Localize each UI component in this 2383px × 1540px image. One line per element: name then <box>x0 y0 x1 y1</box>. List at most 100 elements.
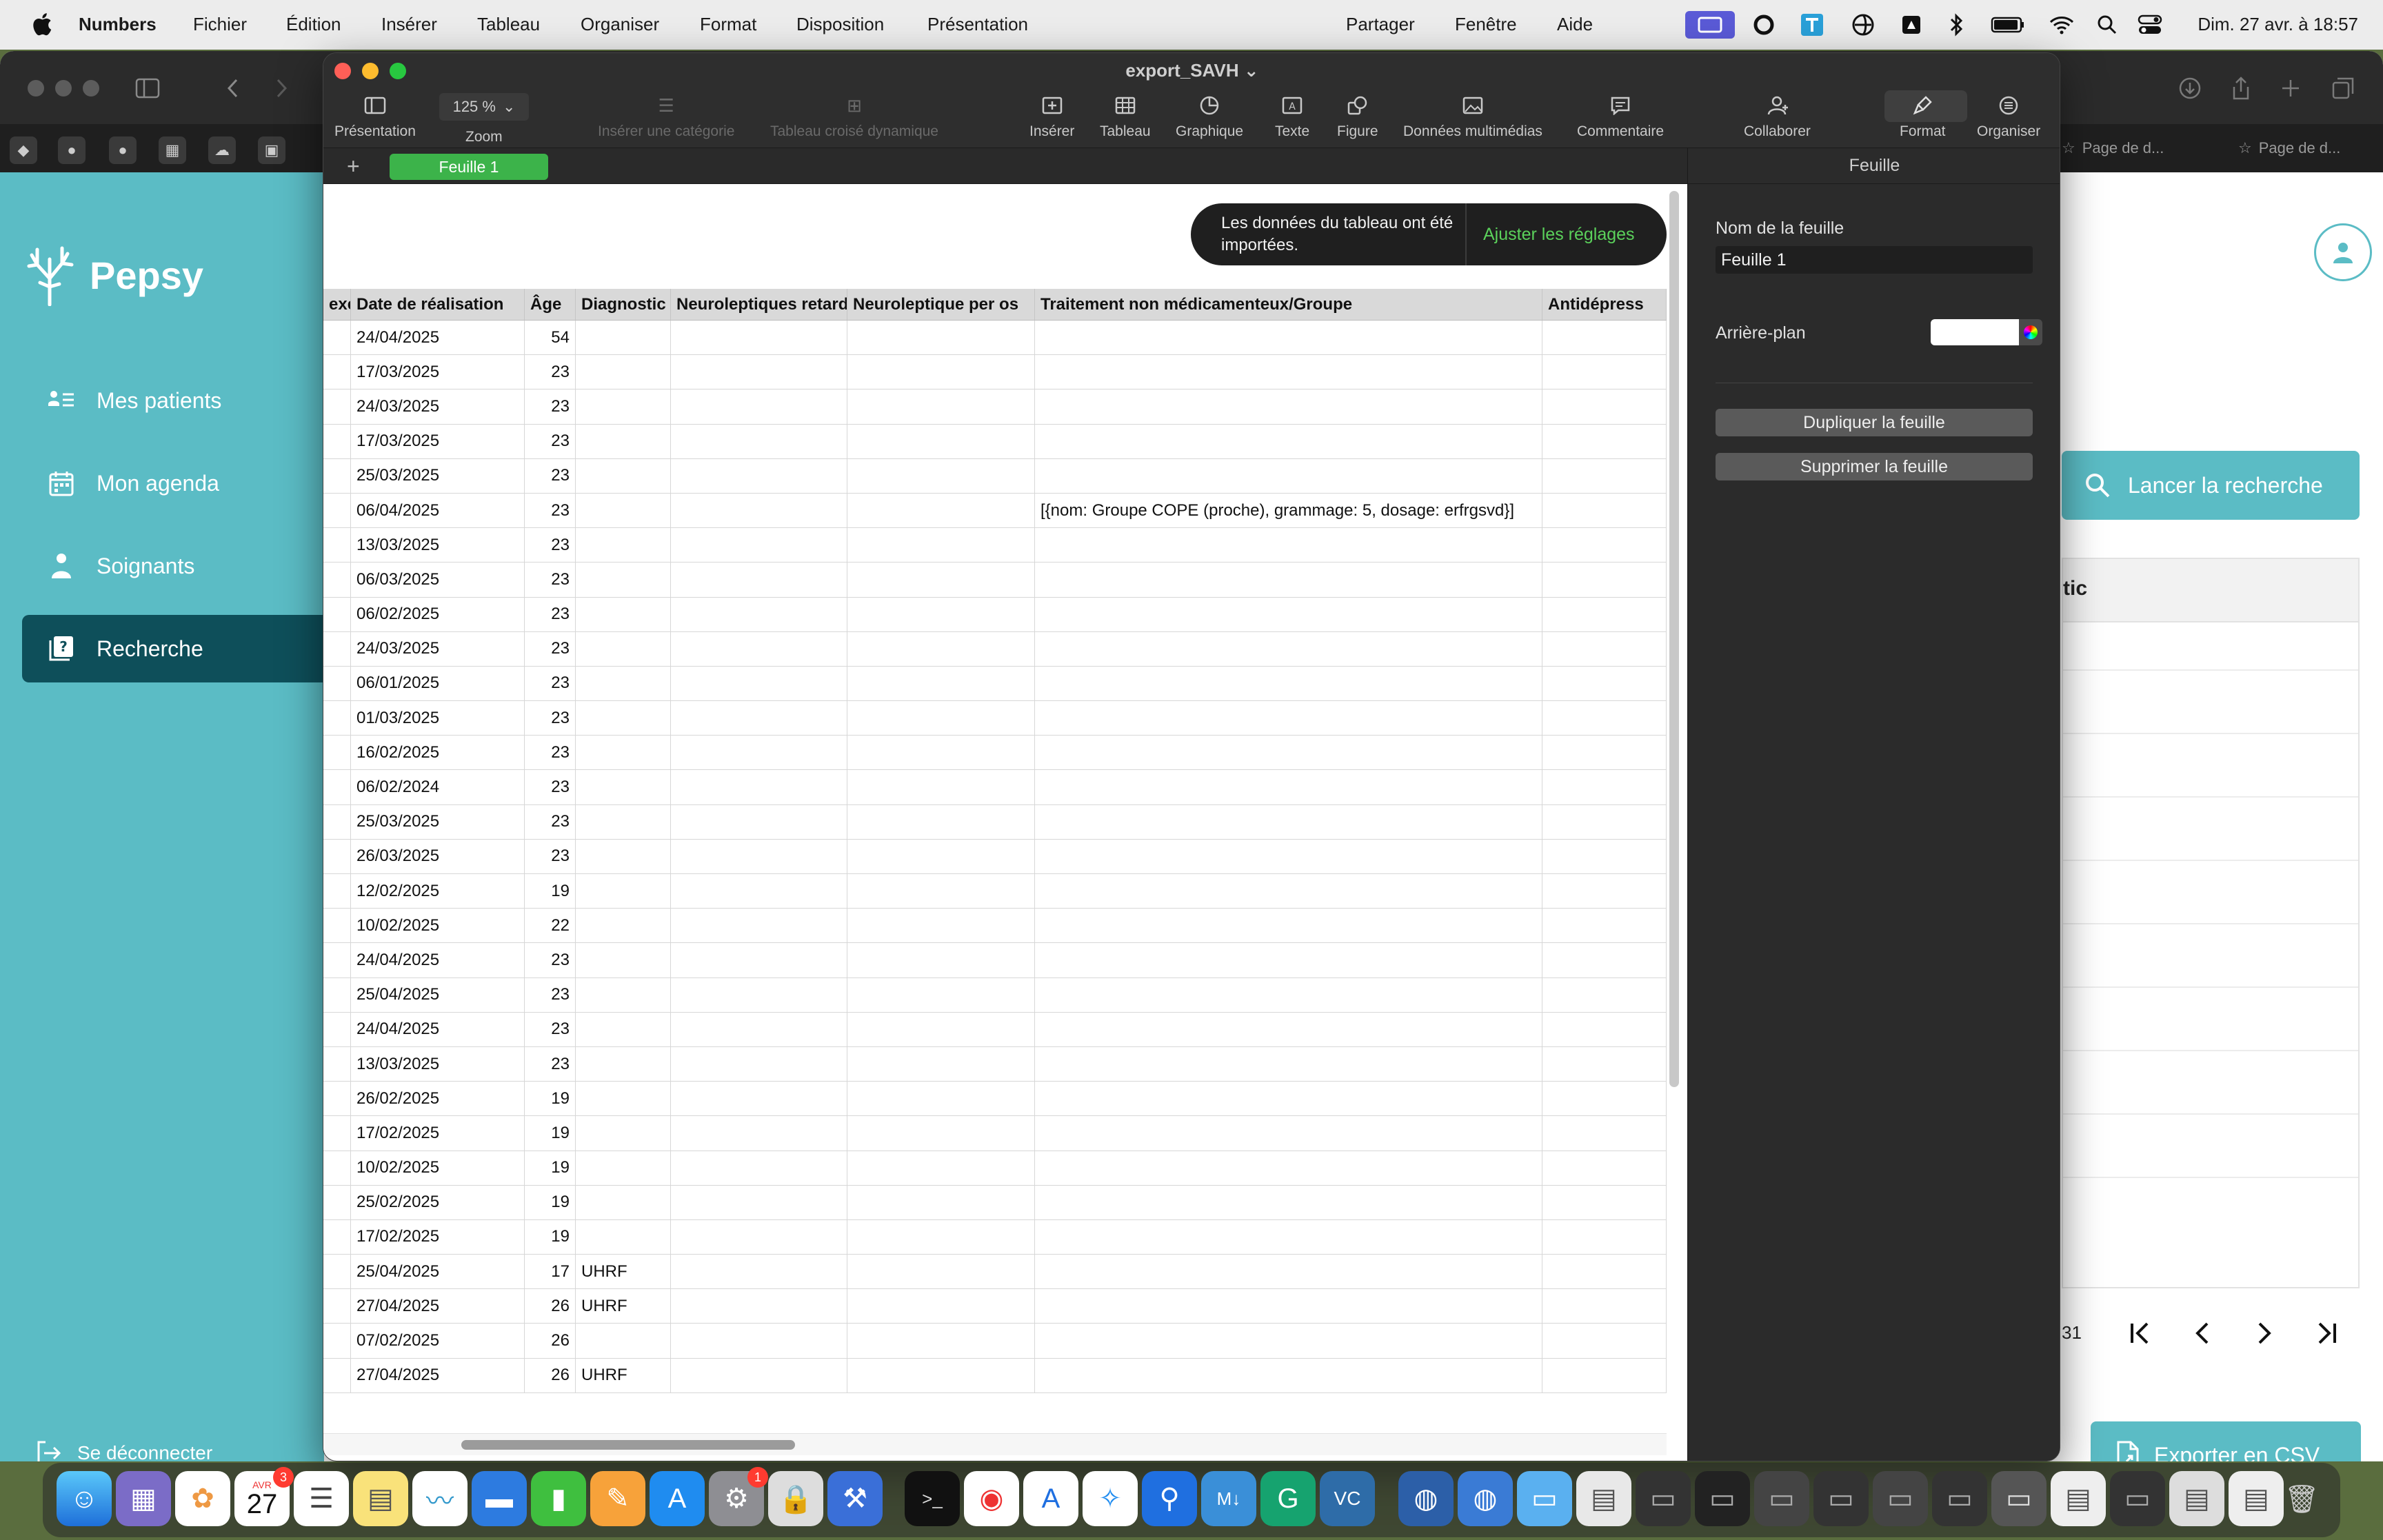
duplicate-sheet-button[interactable]: Dupliquer la feuille <box>1716 409 2033 436</box>
table-cell[interactable] <box>671 1219 847 1255</box>
nav-soignants[interactable]: Soignants <box>22 532 324 600</box>
table-cell[interactable] <box>1542 1358 1667 1392</box>
table-cell[interactable] <box>671 1116 847 1151</box>
table-cell[interactable] <box>671 909 847 943</box>
trash-icon[interactable]: 🗑 <box>2274 1471 2329 1526</box>
table-cell[interactable] <box>671 977 847 1012</box>
table-cell[interactable] <box>1542 1255 1667 1289</box>
globe-app-2-icon[interactable]: ◍ <box>1458 1471 1513 1526</box>
table-cell[interactable]: 17/03/2025 <box>351 355 525 389</box>
table-cell[interactable] <box>323 1289 351 1324</box>
table-cell[interactable]: 07/02/2025 <box>351 1324 525 1358</box>
user-avatar-button[interactable] <box>2314 223 2372 281</box>
table-cell[interactable] <box>323 1219 351 1255</box>
add-sheet-icon[interactable]: + <box>347 154 360 179</box>
table-cell[interactable] <box>323 597 351 631</box>
table-cell[interactable]: 06/02/2025 <box>351 597 525 631</box>
table-cell[interactable] <box>1542 701 1667 736</box>
table-cell[interactable] <box>671 1324 847 1358</box>
table-cell[interactable] <box>1542 528 1667 563</box>
table-cell[interactable] <box>576 631 671 666</box>
table-cell[interactable]: 23 <box>525 839 576 873</box>
table-cell[interactable] <box>576 804 671 839</box>
table-cell[interactable] <box>576 770 671 804</box>
table-cell[interactable] <box>671 874 847 909</box>
wifi-icon[interactable] <box>2048 11 2075 39</box>
table-cell[interactable] <box>576 355 671 389</box>
table-cell[interactable]: 25/04/2025 <box>351 1255 525 1289</box>
table-cell[interactable]: 54 <box>525 321 576 355</box>
table-cell[interactable] <box>1542 493 1667 528</box>
table-cell[interactable] <box>1542 804 1667 839</box>
presentation-tool[interactable]: Présentation <box>334 93 416 140</box>
numbers-app-icon[interactable]: ▮ <box>531 1471 586 1526</box>
table-cell[interactable] <box>671 493 847 528</box>
col-neuroleptique-per-os-header[interactable]: Neuroleptique per os <box>847 289 1035 320</box>
insert-category-tool[interactable]: ☰ Insérer une catégorie <box>598 93 734 140</box>
display-icon[interactable] <box>1685 11 1735 39</box>
table-cell[interactable] <box>1542 874 1667 909</box>
menu-partager[interactable]: Partager <box>1346 14 1415 35</box>
favicon-1-icon[interactable]: ◆ <box>10 136 37 164</box>
table-cell[interactable] <box>1542 1185 1667 1219</box>
table-cell[interactable] <box>1035 1358 1542 1392</box>
tab-overview-icon[interactable] <box>2329 74 2357 102</box>
chrome-icon[interactable]: ◉ <box>964 1471 1019 1526</box>
table-cell[interactable]: 01/03/2025 <box>351 701 525 736</box>
organize-tool[interactable]: Organiser <box>1977 93 2040 140</box>
table-cell[interactable] <box>1035 736 1542 770</box>
insert-tool[interactable]: Insérer <box>1029 93 1074 140</box>
table-cell[interactable]: 23 <box>525 493 576 528</box>
globe-app-icon[interactable]: ◍ <box>1398 1471 1454 1526</box>
table-cell[interactable] <box>1035 1219 1542 1255</box>
launchpad-icon[interactable]: ▦ <box>116 1471 171 1526</box>
table-cell[interactable] <box>323 631 351 666</box>
table-cell[interactable] <box>1542 597 1667 631</box>
table-cell[interactable] <box>847 1255 1035 1289</box>
table-cell[interactable] <box>847 389 1035 424</box>
table-cell[interactable] <box>1035 909 1542 943</box>
next-page-icon[interactable] <box>2245 1314 2284 1352</box>
table-cell[interactable]: 16/02/2025 <box>351 736 525 770</box>
table-cell[interactable] <box>847 909 1035 943</box>
cloud-favicon-icon[interactable]: ☁ <box>208 136 236 164</box>
window-thumb-1-icon[interactable]: ▤ <box>1576 1471 1631 1526</box>
col-traitement-groupe-header[interactable]: Traitement non médicamenteux/Groupe <box>1035 289 1542 320</box>
prev-page-icon[interactable] <box>2183 1314 2222 1352</box>
shape-tool[interactable]: Figure <box>1337 93 1378 140</box>
table-cell[interactable] <box>1035 1046 1542 1082</box>
app-store-icon[interactable]: A <box>650 1471 705 1526</box>
table-cell[interactable] <box>576 1219 671 1255</box>
background-color-swatch[interactable] <box>1931 319 2019 345</box>
table-cell[interactable] <box>847 804 1035 839</box>
table-cell[interactable] <box>1542 1082 1667 1116</box>
nav-mes-patients[interactable]: Mes patients <box>22 367 324 434</box>
finder-icon[interactable]: ☺ <box>57 1471 112 1526</box>
table-cell[interactable] <box>323 909 351 943</box>
system-settings-icon[interactable]: ⚙ 1 <box>709 1467 768 1526</box>
window-thumb-4-icon[interactable]: ▭ <box>1754 1471 1809 1526</box>
table-cell[interactable] <box>1542 355 1667 389</box>
table-cell[interactable] <box>323 770 351 804</box>
collaborate-tool[interactable]: Collaborer <box>1744 93 1811 140</box>
vscode-icon[interactable]: VC <box>1320 1471 1375 1526</box>
keynote-icon[interactable]: ▬ <box>472 1471 527 1526</box>
table-cell[interactable] <box>1542 977 1667 1012</box>
battery-icon[interactable] <box>1990 11 2026 39</box>
table-cell[interactable] <box>576 874 671 909</box>
browser-minimize-dot[interactable] <box>55 80 72 97</box>
safari-icon[interactable]: ✧ <box>1083 1471 1138 1526</box>
table-cell[interactable] <box>847 666 1035 701</box>
window-thumb-11-icon[interactable]: ▤ <box>2169 1471 2224 1526</box>
window-thumb-5-icon[interactable]: ▭ <box>1813 1471 1869 1526</box>
table-cell[interactable] <box>671 631 847 666</box>
table-cell[interactable] <box>576 528 671 563</box>
table-cell[interactable] <box>323 321 351 355</box>
menu-organiser[interactable]: Organiser <box>581 14 659 35</box>
photos-icon[interactable]: ✿ <box>175 1471 230 1526</box>
table-cell[interactable]: 17 <box>525 1255 576 1289</box>
table-cell[interactable] <box>576 458 671 493</box>
table-cell[interactable] <box>671 701 847 736</box>
table-cell[interactable] <box>576 943 671 977</box>
table-cell[interactable] <box>323 874 351 909</box>
